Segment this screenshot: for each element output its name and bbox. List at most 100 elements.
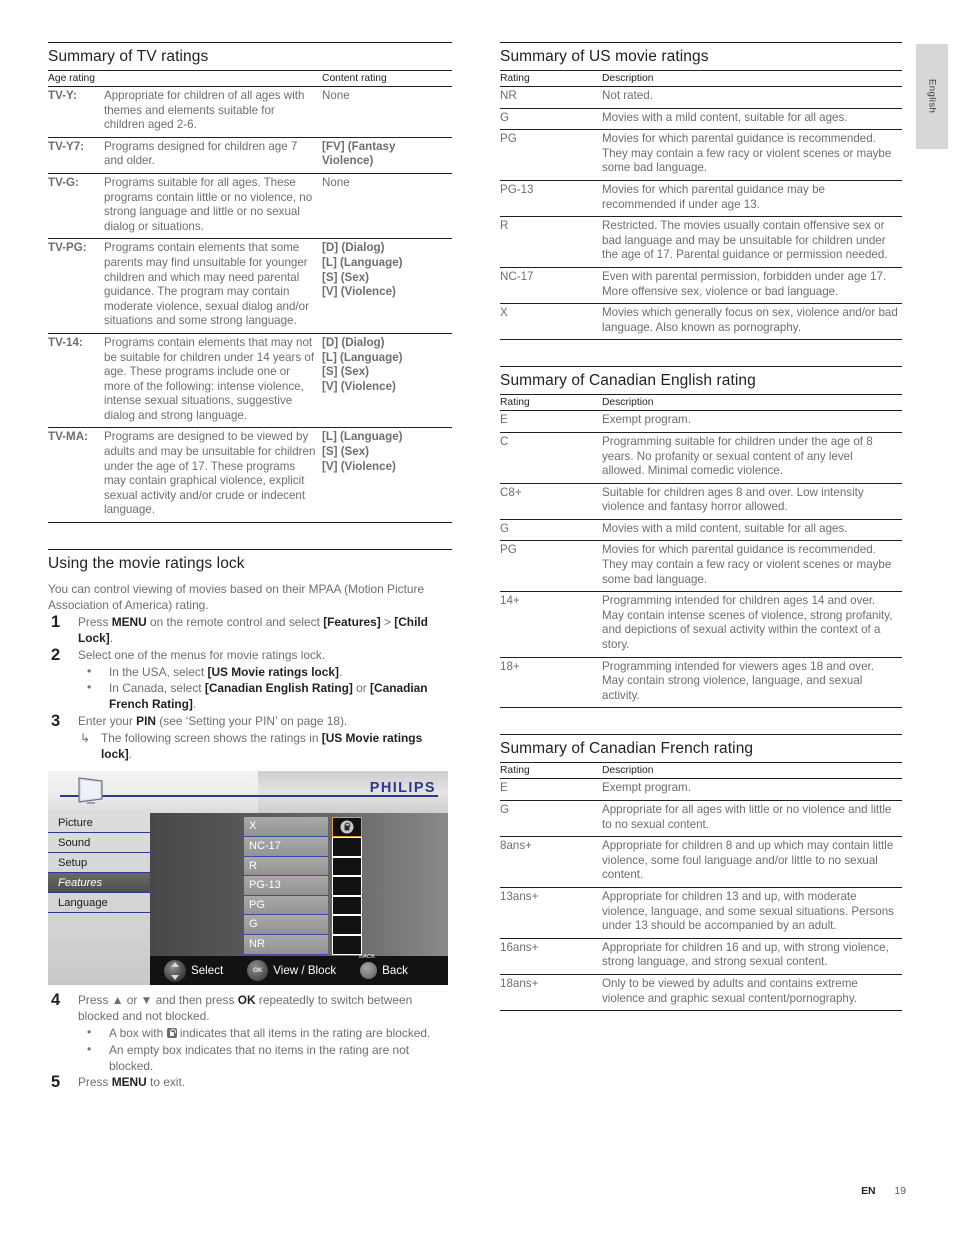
osd-rating-block-box[interactable] xyxy=(332,895,362,916)
content-rating-code: [L] (Language) xyxy=(322,350,403,364)
table-header-row: Rating Description xyxy=(500,70,902,87)
tv-rating-code: TV-Y: xyxy=(48,86,104,138)
right-column: Summary of US movie ratings Rating Descr… xyxy=(500,42,902,1012)
content-rating-code: [L] (Language) xyxy=(322,430,403,444)
table-row: TV-Y: Appropriate for children of all age… xyxy=(48,86,453,138)
osd-rating-label: PG xyxy=(244,895,328,916)
bullet-usa: • In the USA, select [US Movie ratings l… xyxy=(87,663,343,679)
step-3-text: Enter your PIN (see ‘Setting your PIN’ o… xyxy=(78,714,348,728)
rating-description: Appropriate for children 16 and up, with… xyxy=(602,938,902,975)
content-rating-code: [D] (Dialog) xyxy=(322,241,385,255)
bullet-icon: • xyxy=(87,1041,92,1056)
language-side-tab-label: English xyxy=(926,79,938,114)
rating-description: Movies which generally focus on sex, vio… xyxy=(602,303,902,341)
osd-rating-block-box[interactable] xyxy=(332,817,362,837)
tv-rating-code: TV-MA: xyxy=(48,427,104,524)
osd-menu-item-sound[interactable]: Sound xyxy=(48,833,150,854)
osd-rating-row[interactable]: R xyxy=(244,856,364,877)
rating-description: Exempt program. xyxy=(602,778,902,801)
tv-rating-content: None xyxy=(322,173,453,240)
arrow-up-icon: ▲ xyxy=(111,993,124,1008)
bullet-locked-box: • A box with indicates that all items in… xyxy=(87,1024,431,1040)
tv-rating-description: Programs suitable for all ages. These pr… xyxy=(104,173,323,240)
osd-menu-item-features[interactable]: Features xyxy=(48,873,150,894)
rating-code: C xyxy=(500,432,602,484)
step-5: 5 Press MENU to exit. xyxy=(48,1073,452,1092)
tv-osd-screenshot: PHILIPS Picture Sound Setup Features Languag… xyxy=(48,771,448,986)
us-movie-ratings-heading: Summary of US movie ratings xyxy=(500,42,902,69)
step-4-bullets: • A box with indicates that all items in… xyxy=(78,1024,452,1074)
table-row: TV-G: Programs suitable for all ages. The… xyxy=(48,173,453,240)
rating-description: Appropriate for all ages with little or … xyxy=(602,800,902,838)
rating-code: R xyxy=(500,216,602,268)
rating-code: 18ans+ xyxy=(500,974,602,1012)
content-rating-code: [V] (Violence) xyxy=(322,459,396,473)
tv-rating-content: None xyxy=(322,86,453,138)
rating-code: E xyxy=(500,778,602,801)
osd-rating-row[interactable]: PG-13 xyxy=(244,876,364,896)
table-row: 16ans+ Appropriate for children 16 and up… xyxy=(500,938,902,975)
step-number: 3 xyxy=(51,712,61,730)
content-rating-code: None xyxy=(322,175,350,189)
osd-rating-block-box[interactable] xyxy=(332,876,362,896)
column-header-rating: Rating xyxy=(500,762,602,780)
step-2-text: Select one of the menus for movie rating… xyxy=(78,647,326,662)
rating-code: PG-13 xyxy=(500,180,602,218)
tv-rating-code: TV-14: xyxy=(48,333,104,429)
osd-rating-block-box[interactable] xyxy=(332,836,362,857)
bullet-icon: • xyxy=(87,1024,92,1039)
rating-code: G xyxy=(500,800,602,838)
rating-code: G xyxy=(500,519,602,542)
rating-code: 8ans+ xyxy=(500,836,602,888)
rating-description: Even with parental permission, forbidden… xyxy=(602,267,902,305)
osd-rating-label: NR xyxy=(244,934,328,955)
osd-rating-row[interactable]: PG xyxy=(244,895,364,916)
step-number: 4 xyxy=(51,991,61,1010)
osd-rating-row[interactable]: NR xyxy=(244,934,364,955)
osd-rating-row[interactable]: X xyxy=(244,817,364,837)
osd-ratings-list[interactable]: X NC-17 R PG-13 PG G NR xyxy=(244,817,364,955)
osd-menu-item-picture[interactable]: Picture xyxy=(48,813,150,834)
table-row: C Programming suitable for children under… xyxy=(500,432,902,484)
table-row: TV-PG: Programs contain elements that som… xyxy=(48,238,453,334)
osd-rating-row[interactable]: G xyxy=(244,915,364,935)
rating-code: E xyxy=(500,410,602,433)
content-rating-code: [FV] (Fantasy Violence) xyxy=(322,139,396,168)
content-rating-code: [S] (Sex) xyxy=(322,445,370,459)
table-row: TV-Y7: Programs designed for children age… xyxy=(48,137,453,174)
step-number: 5 xyxy=(51,1073,61,1092)
step-number: 2 xyxy=(51,645,61,664)
movie-lock-heading: Using the movie ratings lock xyxy=(48,549,452,576)
osd-rating-block-box[interactable] xyxy=(332,856,362,877)
content-rating-code: [S] (Sex) xyxy=(322,365,370,379)
tv-set-icon xyxy=(74,775,106,807)
tv-rating-code: TV-PG: xyxy=(48,238,104,334)
osd-rating-label: G xyxy=(244,915,328,935)
rating-description: Appropriate for children 13 and up, with… xyxy=(602,887,902,939)
rating-code: 18+ xyxy=(500,657,602,709)
step-number: 1 xyxy=(51,613,61,632)
osd-menu-item-language[interactable]: Language xyxy=(48,893,150,914)
tv-ratings-heading: Summary of TV ratings xyxy=(48,42,452,69)
tv-rating-code: TV-Y7: xyxy=(48,137,104,174)
tv-ratings-table: Age rating Content rating TV-Y: Appropria… xyxy=(48,70,453,524)
table-row: G Movies with a mild content, suitable fo… xyxy=(500,519,902,542)
osd-rating-row[interactable]: NC-17 xyxy=(244,836,364,857)
osd-rating-block-box[interactable] xyxy=(332,934,362,955)
footer-language-code: EN xyxy=(861,1186,876,1197)
table-row: 18ans+ Only to be viewed by adults and co… xyxy=(500,974,902,1012)
osd-rating-block-box[interactable] xyxy=(332,915,362,935)
tv-rating-description: Programs contain elements that some pare… xyxy=(104,238,323,334)
table-row: E Exempt program. xyxy=(500,778,902,801)
column-header-description: Description xyxy=(602,394,902,412)
table-row: 14+ Programming intended for children age… xyxy=(500,591,902,658)
features-menu-label: [Features] xyxy=(323,615,381,630)
osd-main-menu[interactable]: Picture Sound Setup Features Language xyxy=(48,813,150,986)
rating-description: Movies for which parental guidance is re… xyxy=(602,129,902,181)
column-header-rating: Rating xyxy=(500,394,602,412)
hint-select: Select xyxy=(150,959,223,982)
osd-brand-bar: PHILIPS xyxy=(48,771,448,814)
osd-menu-item-setup[interactable]: Setup xyxy=(48,853,150,874)
rating-description: Exempt program. xyxy=(602,410,902,433)
content-rating-code: [V] (Violence) xyxy=(322,379,396,393)
